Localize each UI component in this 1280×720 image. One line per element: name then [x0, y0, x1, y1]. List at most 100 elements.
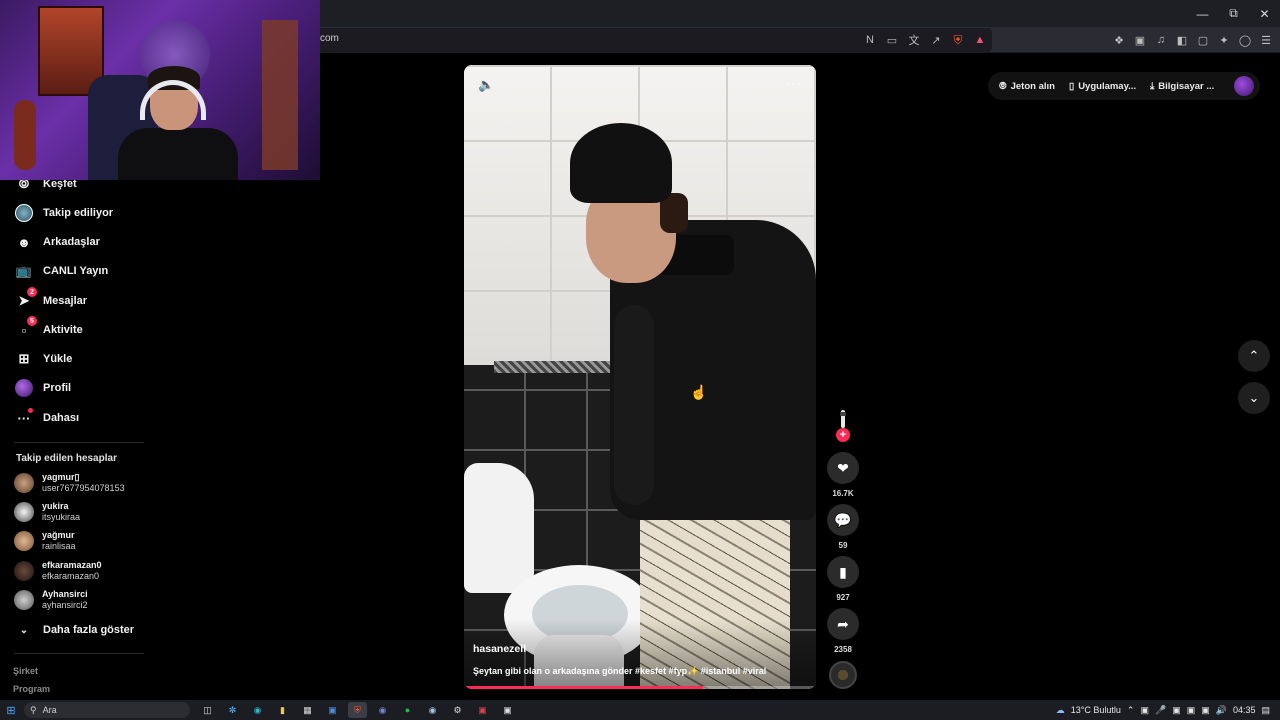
wallet-icon[interactable]: ▢ — [1195, 32, 1211, 48]
spotify-icon[interactable]: ● — [398, 702, 417, 718]
close-button[interactable]: ✕ — [1249, 0, 1280, 27]
followed-account[interactable]: Ayhansirci ayhansirci2 — [14, 587, 88, 613]
save-button[interactable]: ▮ — [827, 556, 859, 588]
sidebar-item-messages[interactable]: ➤ 2 Mesajlar — [14, 287, 87, 314]
app-icon[interactable]: ▣ — [323, 702, 342, 718]
get-coins-label: Jeton alın — [1010, 80, 1055, 92]
media-icon[interactable]: ♫ — [1153, 32, 1169, 48]
minimize-button[interactable]: — — [1187, 0, 1218, 27]
task-view-icon[interactable]: ◫ — [198, 702, 217, 718]
comment-button[interactable]: 💬 — [827, 504, 859, 536]
sidebar-divider — [14, 653, 144, 654]
phone-icon: ▯ — [1068, 80, 1075, 92]
following-avatar-icon — [14, 203, 34, 223]
sidebar-item-label: Profil — [43, 382, 72, 394]
weather-text[interactable]: 13°C Bulutlu — [1071, 705, 1121, 715]
footer-link-company[interactable]: Şirket — [13, 666, 38, 676]
translate-icon[interactable]: 文 — [906, 32, 922, 48]
sidebar-item-label: Takip ediliyor — [43, 207, 114, 219]
followed-account-name: efkaramazan0 — [42, 560, 102, 570]
get-app-button[interactable]: ▯ Uygulamay... — [1069, 81, 1136, 92]
steam-icon[interactable]: ◉ — [423, 702, 442, 718]
show-more-button[interactable]: ⌄ Daha fazla göster — [14, 617, 134, 643]
more-options-icon[interactable]: ··· — [785, 75, 802, 91]
followed-account[interactable]: yukira itsyukiraa — [14, 499, 80, 525]
network-icon[interactable]: ▣ — [1187, 705, 1196, 716]
followed-account-name: Ayhansirci — [42, 589, 88, 599]
activity-badge: 5 — [27, 316, 37, 326]
avatar — [14, 531, 34, 551]
sidebar-item-upload[interactable]: ⊞ Yükle — [14, 346, 73, 372]
notification-icon[interactable]: ▤ — [1261, 705, 1270, 716]
brave-rewards-icon[interactable]: ▲ — [972, 32, 988, 48]
menu-icon[interactable]: ☰ — [1258, 32, 1274, 48]
sidebar-item-activity[interactable]: ▫ 5 Aktivite — [14, 316, 83, 343]
app-tray-icon[interactable]: ▣ — [1172, 705, 1181, 716]
taskbar-search[interactable]: ⚲ Ara — [24, 702, 190, 718]
followed-account[interactable]: yagmur▯ user7677954078153 — [14, 470, 125, 496]
get-app-label: Uygulamay... — [1078, 80, 1137, 92]
webcam-guitar — [14, 100, 36, 170]
sidebar-toggle-icon[interactable]: ◧ — [1174, 32, 1190, 48]
desktop-app-button[interactable]: ⤓ Bilgisayar ... — [1150, 81, 1214, 92]
sidebar-item-friends[interactable]: ☻ Arkadaşlar — [14, 229, 100, 255]
followed-account-handle: user7677954078153 — [42, 483, 125, 493]
followed-account-name: yukira — [42, 501, 69, 511]
comment-icon: 💬 — [834, 511, 852, 528]
reader-mode-icon[interactable]: N — [862, 32, 878, 48]
bookmark-icon: ▮ — [839, 563, 847, 580]
user-avatar[interactable] — [1234, 76, 1254, 96]
like-button[interactable]: ❤ — [827, 452, 859, 484]
microphone-icon[interactable]: 🎤 — [1155, 705, 1166, 716]
avatar — [14, 502, 34, 522]
extensions-icon[interactable]: ❖ — [1111, 32, 1127, 48]
maximize-button[interactable]: ⧉ — [1218, 0, 1249, 27]
live-tv-icon: 📺 — [15, 263, 33, 278]
footer-link-program[interactable]: Program — [13, 684, 50, 694]
windows-start-icon[interactable]: ⊞ — [0, 700, 22, 720]
followed-account[interactable]: efkaramazan0 efkaramazan0 — [14, 558, 102, 584]
app-icon[interactable]: ▣ — [498, 702, 517, 718]
app-icon[interactable]: ▣ — [473, 702, 492, 718]
edge-icon[interactable]: ◉ — [248, 702, 267, 718]
previous-video-button[interactable]: ⌃ — [1238, 340, 1270, 372]
leo-ai-icon[interactable]: ✦ — [1216, 32, 1232, 48]
copilot-icon[interactable]: ✼ — [223, 702, 242, 718]
discord-icon[interactable]: ◉ — [373, 702, 392, 718]
clock[interactable]: 04:35 — [1233, 705, 1256, 715]
sidebar-item-live[interactable]: 📺 CANLI Yayın — [14, 258, 108, 284]
app-tray-icon[interactable]: ▣ — [1140, 705, 1149, 716]
chevron-up-icon[interactable]: ⌃ — [1127, 705, 1135, 716]
followed-account[interactable]: yağmur rainlisaa — [14, 528, 76, 554]
address-bar[interactable]: com N ▭ 文 ↗ ⛨ ▲ — [300, 28, 992, 52]
get-coins-button[interactable]: ⦾ Jeton alın — [999, 81, 1055, 92]
settings-icon[interactable]: ⚙ — [448, 702, 467, 718]
store-icon[interactable]: ▦ — [298, 702, 317, 718]
music-disc[interactable] — [829, 661, 857, 689]
sidebar-item-following[interactable]: Takip ediliyor — [14, 200, 113, 226]
cast-icon[interactable]: ▭ — [884, 32, 900, 48]
next-video-button[interactable]: ⌄ — [1238, 382, 1270, 414]
brave-taskbar-icon[interactable]: ⛨ — [348, 702, 367, 718]
video-player[interactable]: 🔈 ··· hasanezell Şeytan gibi olan o arka… — [464, 65, 816, 689]
chevron-up-icon: ⌃ — [1248, 348, 1260, 363]
sidebar-item-more[interactable]: ··· Dahası — [14, 405, 79, 431]
vpn-icon[interactable]: ◯ — [1237, 32, 1253, 48]
sidebar-item-profile[interactable]: Profil — [14, 375, 71, 401]
share-button[interactable]: ➦ — [827, 608, 859, 640]
video-progress-fill — [464, 686, 704, 689]
url-text: com — [320, 33, 339, 44]
volume-icon[interactable]: 🔊 — [1216, 705, 1227, 716]
brave-shield-icon[interactable]: ⛨ — [950, 32, 966, 48]
share-icon[interactable]: ↗ — [928, 32, 944, 48]
follow-plus-icon[interactable]: + — [836, 428, 850, 442]
tab-search-icon[interactable]: ▣ — [1132, 32, 1148, 48]
video-toilet-tank — [464, 463, 534, 593]
video-progress-bar[interactable] — [464, 686, 816, 689]
avatar — [14, 590, 34, 610]
volume-icon[interactable]: 🔈 — [478, 77, 496, 95]
followed-account-handle: efkaramazan0 — [42, 571, 100, 581]
video-author[interactable]: hasanezell — [473, 643, 526, 655]
app-tray-icon[interactable]: ▣ — [1201, 705, 1210, 716]
file-explorer-icon[interactable]: ▮ — [273, 702, 292, 718]
